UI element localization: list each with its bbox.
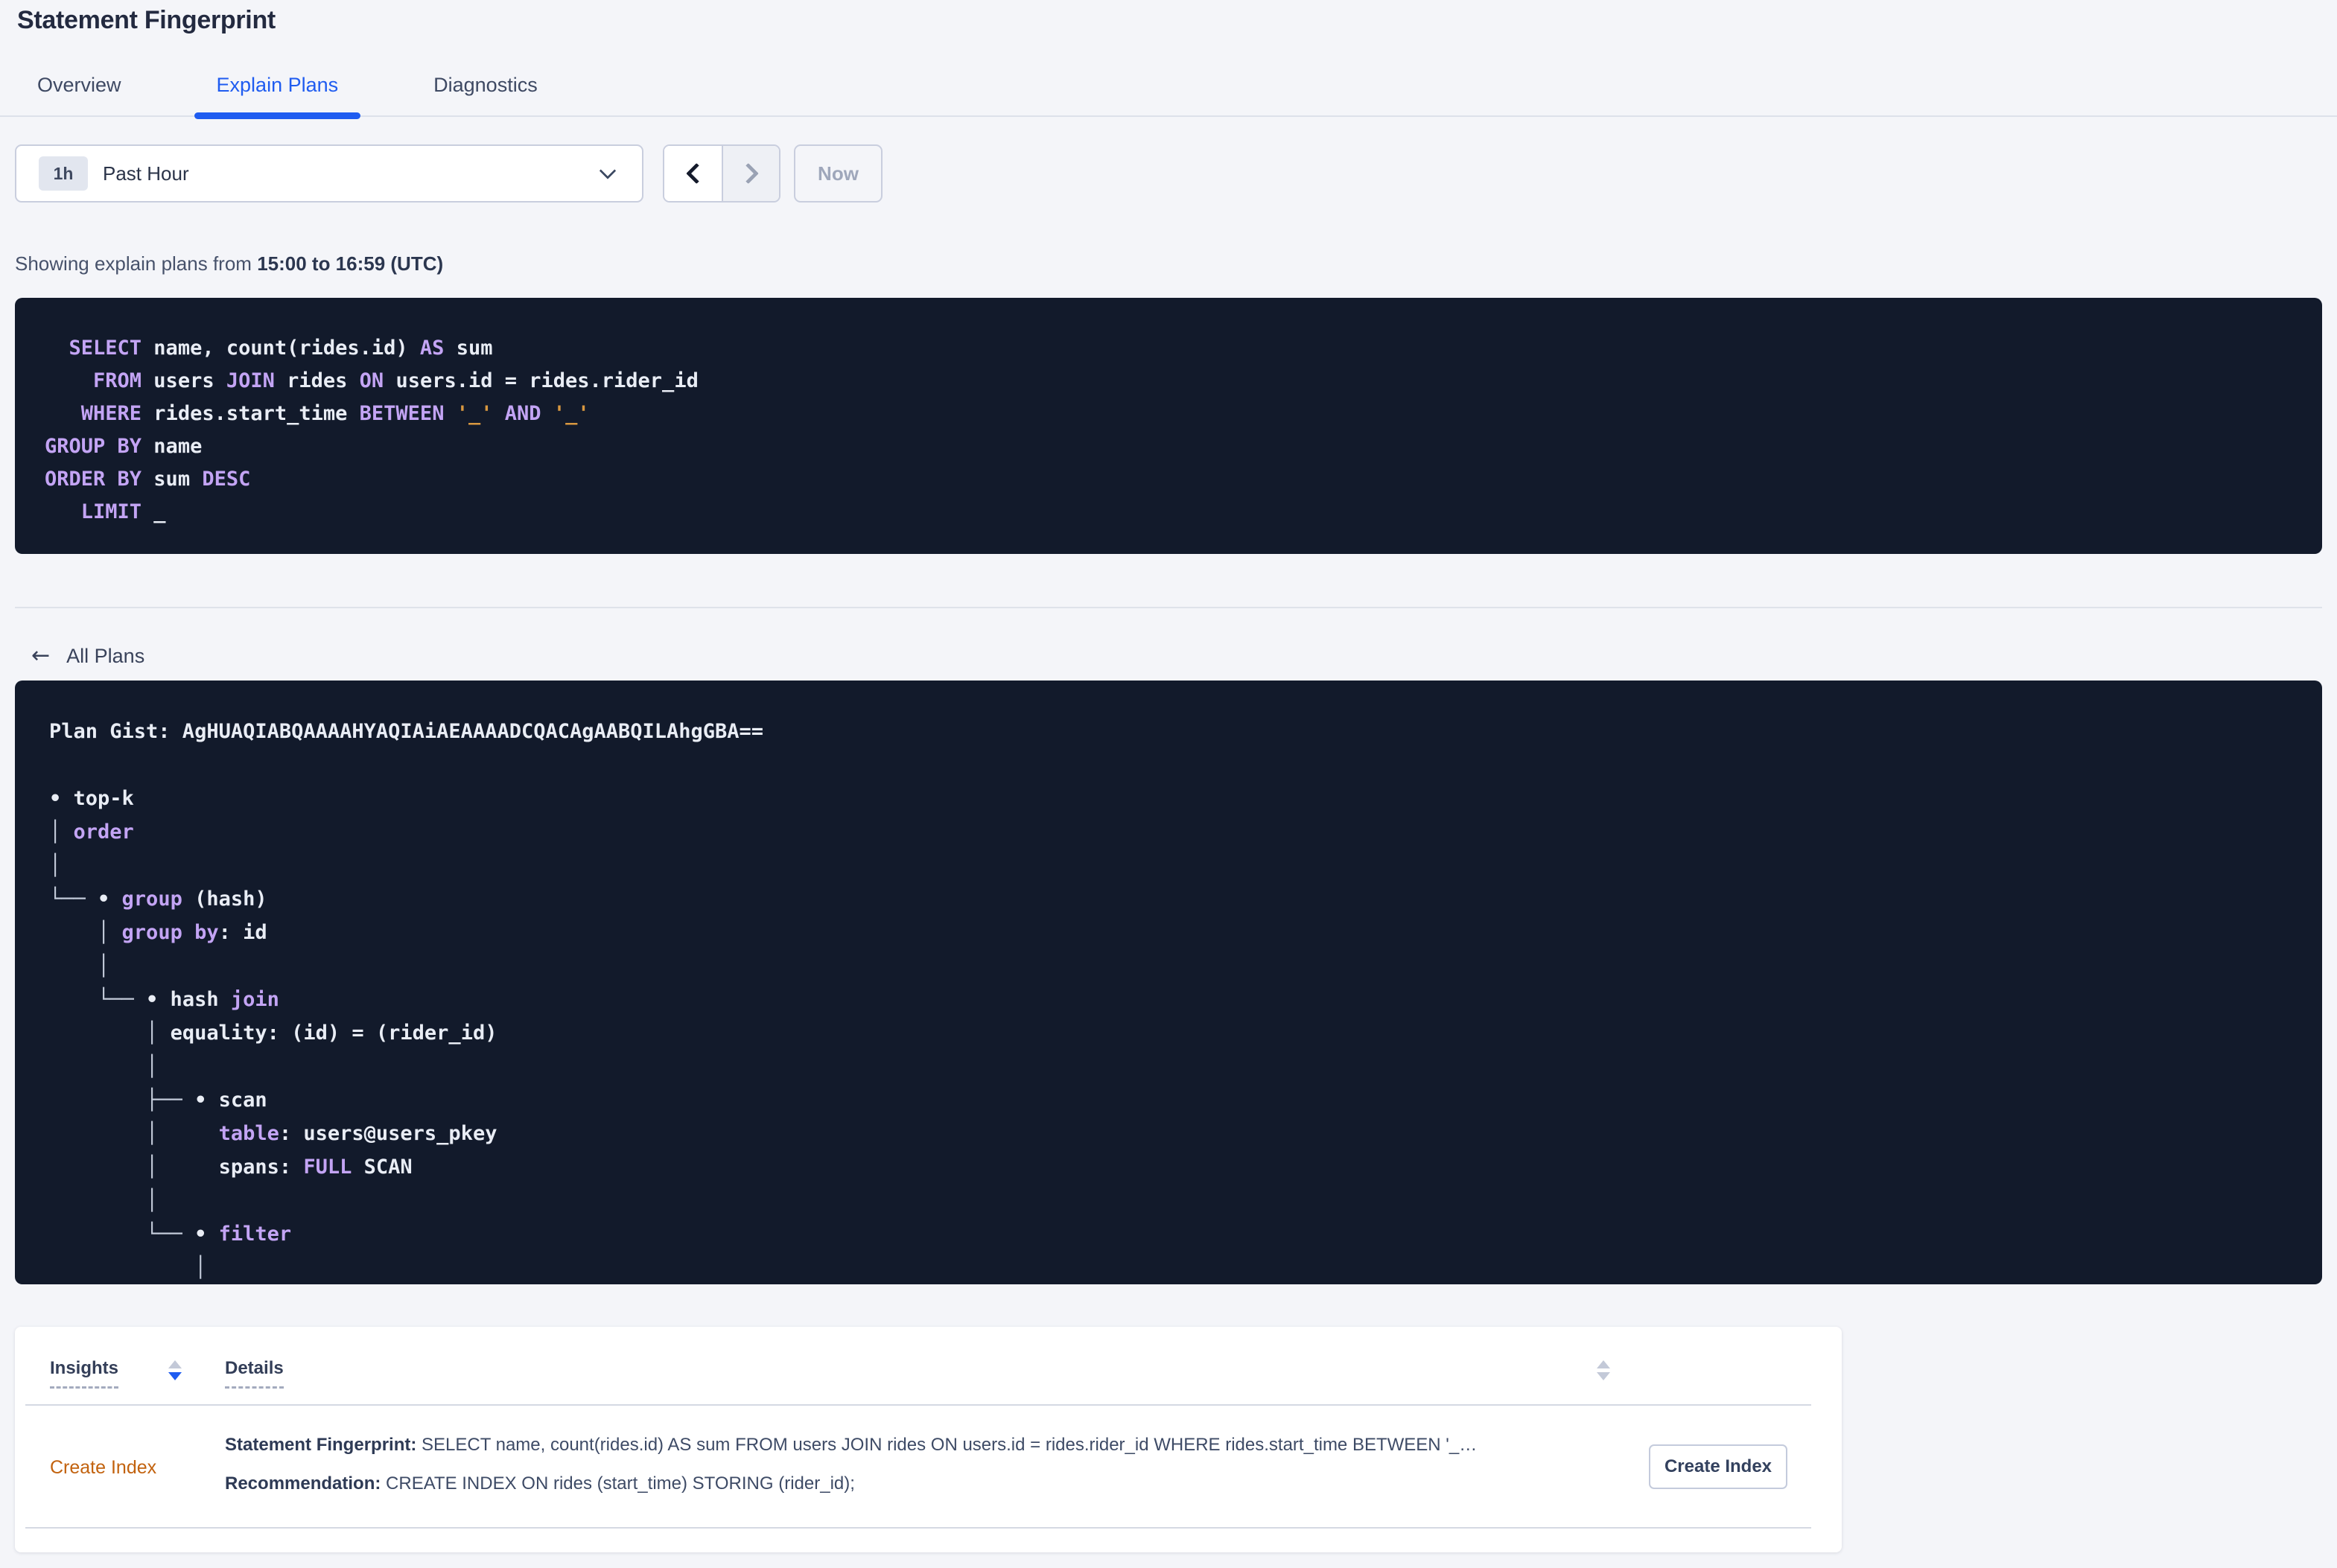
time-summary-range: 15:00 to 16:59 (UTC) [257,252,444,275]
tab-explain-plans[interactable]: Explain Plans [194,74,361,119]
time-summary-prefix: Showing explain plans from [15,252,258,275]
code-line: │ [49,854,62,877]
code-line: │ equality: (id) = (rider_id) [49,1022,497,1045]
code-line: └── • filter [49,1223,292,1246]
section-divider [15,607,2322,608]
prev-time-button[interactable] [664,146,722,201]
time-range-label: Past Hour [103,162,189,185]
statement-fingerprint-detail: Statement Fingerprint: SELECT name, coun… [225,1434,1477,1456]
code-line: SELECT name, count(rides.id) AS sum [45,337,493,360]
time-range-dropdown[interactable]: 1h Past Hour [15,144,643,203]
tab-bar: Overview Explain Plans Diagnostics [0,74,2337,119]
code-line: └── • group (hash) [49,887,267,911]
insight-type-link[interactable]: Create Index [50,1456,156,1479]
page-title: Statement Fingerprint [17,6,276,34]
code-line: FROM users JOIN rides ON users.id = ride… [45,369,699,392]
column-header-details-label: Details [225,1359,284,1389]
recommendation-detail: Recommendation: CREATE INDEX ON rides (s… [225,1473,855,1495]
chevron-down-icon [599,162,617,179]
code-line: │ [49,1189,159,1212]
chevron-left-icon [685,162,707,185]
code-line: Plan Gist: AgHUAQIABQAAAAHYAQIAiAEAAAADC… [49,720,764,743]
insights-card: Insights Details Create Index Statement … [15,1327,1842,1552]
code-line: ├── • scan [49,1089,267,1112]
code-line: │ [49,954,110,978]
sort-icon-insights[interactable] [168,1360,182,1380]
time-nav-group [663,144,780,203]
chevron-right-icon [737,162,759,185]
sort-down-arrow-icon [1597,1372,1610,1380]
time-summary: Showing explain plans from 15:00 to 16:5… [15,252,2337,275]
code-line: ORDER BY sum DESC [45,468,251,491]
recommendation-label: Recommendation: [225,1473,381,1494]
back-arrow-icon: ← [31,643,51,669]
table-header-divider [25,1404,1811,1406]
code-line: │ [49,1256,207,1279]
code-line: GROUP BY name [45,435,203,458]
column-header-insights-label: Insights [50,1359,119,1389]
code-line: WHERE rides.start_time BETWEEN '_' AND '… [45,402,590,425]
sort-icon-details[interactable] [1597,1360,1610,1380]
sort-up-arrow-icon [168,1360,182,1368]
tab-overview[interactable]: Overview [15,74,144,115]
statement-fingerprint-text: SELECT name, count(rides.id) AS sum FROM… [416,1435,1478,1455]
code-line: │ table: users@users_pkey [49,1122,497,1145]
time-range-badge: 1h [39,156,88,191]
sql-statement-box: SELECT name, count(rides.id) AS sum FROM… [15,298,2322,554]
code-line: LIMIT _ [45,500,166,523]
next-time-button[interactable] [722,146,779,201]
table-row-divider [25,1527,1811,1529]
all-plans-label: All Plans [66,645,145,667]
sort-down-arrow-icon [168,1372,182,1380]
tab-diagnostics[interactable]: Diagnostics [411,74,560,115]
recommendation-text: CREATE INDEX ON rides (start_time) STORI… [381,1473,855,1494]
column-header-details[interactable]: Details [225,1358,284,1389]
column-header-insights[interactable]: Insights [50,1358,119,1389]
all-plans-link[interactable]: ← All Plans [31,643,144,669]
sort-up-arrow-icon [1597,1360,1610,1368]
code-line: │ spans: FULL SCAN [49,1156,413,1179]
time-picker-row: 1h Past Hour Now [15,144,2337,203]
code-line: │ order [49,820,134,844]
code-line: • top-k [49,787,134,810]
code-line: └── • hash join [49,988,279,1011]
page-root: Statement Fingerprint Overview Explain P… [0,0,2337,1568]
code-line: │ [49,1055,159,1078]
plan-gist-box: Plan Gist: AgHUAQIABQAAAAHYAQIAiAEAAAADC… [15,681,2322,1284]
now-button[interactable]: Now [794,144,883,203]
create-index-button[interactable]: Create Index [1649,1444,1787,1489]
statement-fingerprint-label: Statement Fingerprint: [225,1435,417,1455]
code-line: │ group by: id [49,921,267,944]
